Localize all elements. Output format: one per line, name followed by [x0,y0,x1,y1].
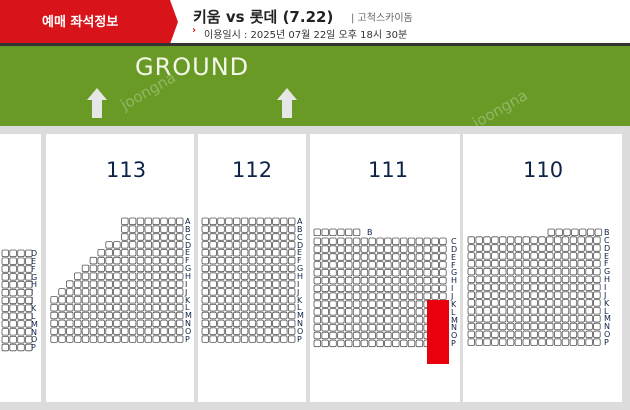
chevron-right-icon: › [192,25,197,36]
arrow-up-icon [87,88,107,118]
section-title: 113 [106,158,147,182]
row-label: P [185,334,190,344]
row-label: P [604,337,609,347]
row-label: P [297,334,302,344]
row-label: B [367,228,373,237]
ticket-header: 예매 좌석정보 키움 vs 롯데 (7.22) | 고척스카이돔 › 이용일시 … [0,0,630,44]
arrow-up-icon [277,88,297,118]
section-title: 112 [232,158,273,182]
row-label: P [451,339,456,349]
seat-info-tab-label: 예매 좌석정보 [42,15,119,30]
section-title: 111 [368,158,409,182]
section-title: 110 [523,158,564,182]
row-label: P [31,343,36,353]
game-title: 키움 vs 롯데 (7.22) [193,8,334,26]
seat-info-tab: 예매 좌석정보 [0,0,178,44]
stadium-name: | 고척스카이돔 [351,13,413,24]
selected-seats-marker [427,300,449,364]
event-datetime: 이용일시 : 2025년 07월 22일 오후 18시 30분 [204,30,408,41]
